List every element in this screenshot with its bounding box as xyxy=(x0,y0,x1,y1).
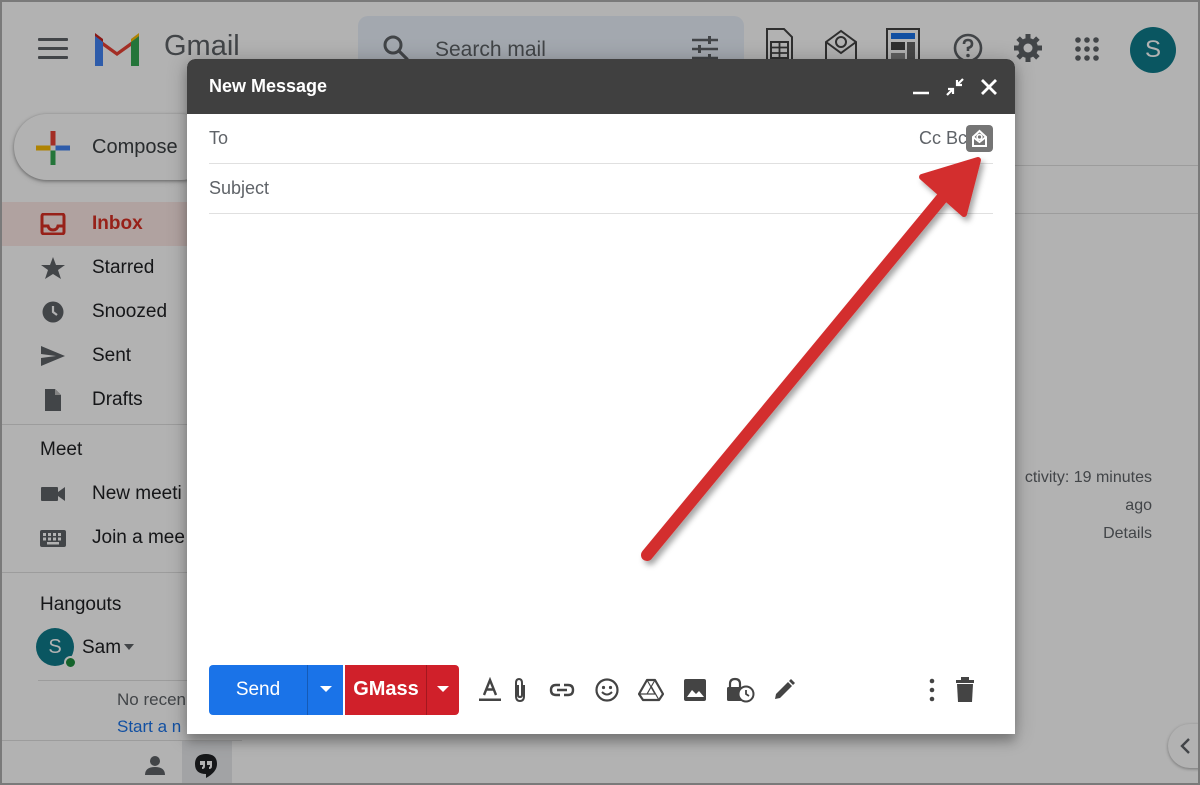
divider xyxy=(1015,213,1198,214)
gmail-logo-icon xyxy=(95,33,139,66)
exit-fullscreen-icon[interactable] xyxy=(945,77,965,97)
details-link[interactable]: Details xyxy=(1025,520,1152,548)
join-meeting-label: Join a mee xyxy=(92,527,185,548)
subject-placeholder[interactable]: Subject xyxy=(209,178,269,199)
insert-link-icon[interactable] xyxy=(549,677,575,703)
hangouts-contact-name[interactable]: Sam xyxy=(82,637,121,659)
no-recent-chats-text: No recen xyxy=(117,690,186,709)
clock-icon xyxy=(42,301,64,323)
keyboard-icon xyxy=(40,530,66,547)
search-icon[interactable] xyxy=(382,34,410,62)
insert-photo-icon[interactable] xyxy=(682,677,708,703)
start-new-chat-link[interactable]: Start a n xyxy=(117,717,181,737)
gmass-envelope-icon xyxy=(972,129,987,147)
divider xyxy=(1015,165,1198,166)
insert-signature-icon[interactable] xyxy=(771,677,797,703)
sidebar-item-label: Snoozed xyxy=(92,301,168,322)
settings-gear-icon[interactable] xyxy=(1013,33,1043,63)
caret-down-icon xyxy=(437,686,449,692)
sidebar-item-label: Inbox xyxy=(92,213,143,234)
compose-button[interactable]: Compose xyxy=(14,114,214,180)
confidential-mode-icon[interactable] xyxy=(725,677,755,703)
inbox-icon xyxy=(40,213,66,235)
discard-draft-icon[interactable] xyxy=(953,677,977,703)
google-apps-icon[interactable] xyxy=(1074,36,1100,62)
compose-plus-icon xyxy=(36,131,70,165)
online-status-indicator xyxy=(64,656,77,669)
google-drive-icon[interactable] xyxy=(638,677,664,703)
to-label: To xyxy=(209,128,229,148)
sidebar-item-label: Drafts xyxy=(92,389,143,410)
hangouts-icon xyxy=(195,754,217,778)
formatting-options-icon[interactable] xyxy=(477,677,503,703)
chevron-left-icon xyxy=(1180,738,1190,754)
send-options-button[interactable] xyxy=(307,665,343,715)
send-icon xyxy=(41,346,65,366)
emoji-icon[interactable] xyxy=(594,677,620,703)
dialog-title: New Message xyxy=(209,76,328,96)
new-message-dialog: New Message To Cc Bcc Subject Send GMass xyxy=(187,59,1015,734)
more-options-icon[interactable] xyxy=(927,677,937,703)
hangouts-tab[interactable] xyxy=(182,741,232,783)
side-panel-toggle[interactable] xyxy=(1168,724,1198,768)
compose-toolbar: Send GMass xyxy=(209,665,993,715)
send-button[interactable]: Send xyxy=(209,665,343,715)
minimize-icon[interactable] xyxy=(911,77,931,97)
sidebar-footer xyxy=(2,740,242,783)
dialog-header: New Message xyxy=(187,59,1015,114)
draft-icon xyxy=(45,389,61,411)
screenshot-frame: Gmail Search mail S Compose Inbox Starre… xyxy=(0,0,1200,785)
star-icon xyxy=(41,257,65,279)
to-field[interactable]: To Cc Bcc xyxy=(209,114,993,164)
gmass-button[interactable]: GMass xyxy=(345,665,459,715)
chevron-down-icon[interactable] xyxy=(124,644,134,650)
caret-down-icon xyxy=(320,686,332,692)
new-meeting-label: New meeti xyxy=(92,483,182,504)
subject-field[interactable]: Subject xyxy=(209,164,993,214)
account-activity: ctivity: 19 minutes ago Details xyxy=(1025,464,1152,548)
gmass-recipients-button[interactable] xyxy=(966,125,993,152)
send-label: Send xyxy=(235,679,281,700)
video-camera-icon xyxy=(41,487,65,501)
gmass-settings-button[interactable] xyxy=(426,665,459,715)
activity-text: ctivity: 19 minutes xyxy=(1024,469,1152,486)
main-menu-icon[interactable] xyxy=(38,38,68,60)
close-icon[interactable] xyxy=(979,77,999,97)
person-icon[interactable] xyxy=(145,755,165,775)
hangouts-section-title: Hangouts xyxy=(40,594,122,615)
gmass-label: GMass xyxy=(353,678,419,700)
attach-file-icon[interactable] xyxy=(507,677,533,703)
account-avatar[interactable]: S xyxy=(1130,27,1176,73)
meet-section-title: Meet xyxy=(40,439,83,460)
activity-text: ago xyxy=(1125,497,1152,514)
compose-label: Compose xyxy=(92,136,178,158)
sidebar-item-label: Sent xyxy=(92,345,132,366)
sidebar-item-label: Starred xyxy=(92,257,155,278)
